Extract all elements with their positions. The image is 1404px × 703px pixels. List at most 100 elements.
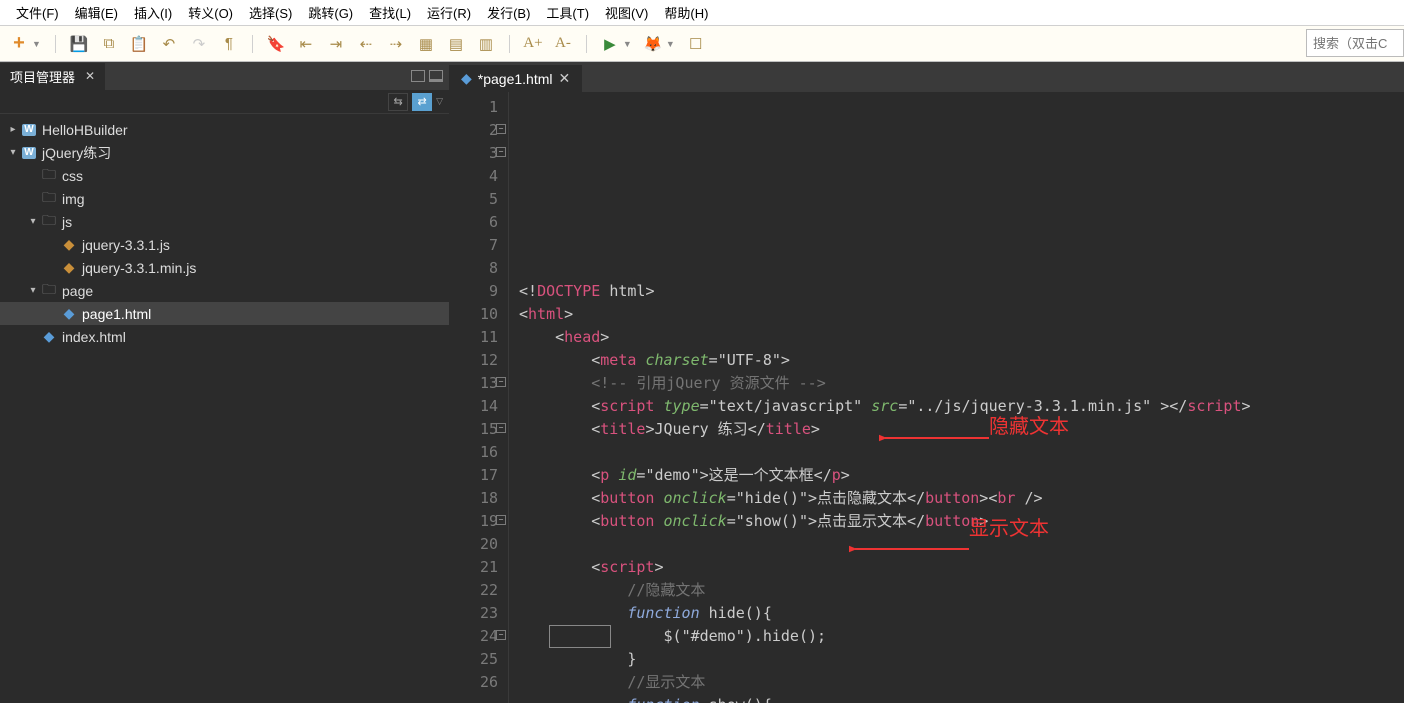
device-icon[interactable]: ☐ xyxy=(687,35,705,53)
code-line[interactable]: <!-- 引用jQuery 资源文件 --> xyxy=(519,372,1404,395)
new-icon[interactable]: + xyxy=(10,35,28,53)
menu-edit[interactable]: 编辑(E) xyxy=(67,1,126,24)
code-content[interactable]: 隐藏文本 显示文本 <!DOCTYPE html><html> <head> <… xyxy=(509,92,1404,703)
menu-escape[interactable]: 转义(O) xyxy=(180,1,241,24)
tree-item[interactable]: ▾🗀page xyxy=(0,279,449,302)
font-increase-icon[interactable]: A+ xyxy=(524,35,542,53)
menu-help[interactable]: 帮助(H) xyxy=(656,1,716,24)
minimize-icon[interactable] xyxy=(411,70,425,82)
menu-run[interactable]: 运行(R) xyxy=(419,1,479,24)
expand-arrow-icon[interactable]: ▾ xyxy=(26,285,40,296)
tree-item[interactable]: 🗀css xyxy=(0,164,449,187)
fold-icon[interactable]: − xyxy=(496,515,506,525)
expand-arrow-icon[interactable]: ▾ xyxy=(26,216,40,227)
format-icon[interactable]: ¶ xyxy=(220,35,238,53)
tree-item[interactable]: 🗀img xyxy=(0,187,449,210)
code-line[interactable] xyxy=(519,441,1404,464)
bookmark-icon[interactable]: 🔖 xyxy=(267,35,285,53)
search-box[interactable] xyxy=(1306,29,1404,57)
tree-item[interactable]: ◆jquery-3.3.1.js xyxy=(0,233,449,256)
run-dropdown-icon[interactable]: ▼ xyxy=(623,39,632,49)
menu-find[interactable]: 查找(L) xyxy=(361,1,419,24)
run-icon[interactable]: ▶ xyxy=(601,35,619,53)
undo-icon[interactable]: ↶ xyxy=(160,35,178,53)
file-html-icon: ◆ xyxy=(40,328,58,345)
firefox-icon[interactable]: 🦊 xyxy=(644,35,662,53)
menu-view[interactable]: 视图(V) xyxy=(597,1,656,24)
code-editor[interactable]: 12−3−45678910111213−1415−16171819−202122… xyxy=(449,92,1404,703)
collapse-all-icon[interactable]: ⇆ xyxy=(388,93,408,111)
line-number: 10 xyxy=(449,303,498,326)
browser-dropdown-icon[interactable]: ▼ xyxy=(666,39,675,49)
line-number: 9 xyxy=(449,280,498,303)
code-line[interactable]: //隐藏文本 xyxy=(519,579,1404,602)
tree-item-label: HelloHBuilder xyxy=(42,122,128,138)
line-number: 18 xyxy=(449,487,498,510)
menu-goto[interactable]: 跳转(G) xyxy=(300,1,361,24)
code-line[interactable]: <head> xyxy=(519,326,1404,349)
maximize-icon[interactable] xyxy=(429,70,443,82)
expand-arrow-icon[interactable]: ▸ xyxy=(6,124,20,135)
code-line[interactable]: <!DOCTYPE html> xyxy=(519,280,1404,303)
fold-icon[interactable]: − xyxy=(496,630,506,640)
project-tree[interactable]: ▸WHelloHBuilder▾WjQuery练习🗀css🗀img▾🗀js◆jq… xyxy=(0,114,449,352)
paste-icon[interactable]: 📋 xyxy=(130,35,148,53)
sidebar-menu-icon[interactable]: ▽ xyxy=(436,96,443,107)
editor-tab-label: *page1.html xyxy=(478,71,553,87)
fold-icon[interactable]: − xyxy=(496,377,506,387)
code-line[interactable]: function show(){ xyxy=(519,694,1404,703)
layout-icon[interactable]: ▤ xyxy=(447,35,465,53)
expand-arrow-icon[interactable]: ▾ xyxy=(6,147,20,158)
code-line[interactable]: $("#demo").hide(); xyxy=(519,625,1404,648)
fold-icon[interactable]: − xyxy=(496,147,506,157)
tree-item[interactable]: ▾🗀js xyxy=(0,210,449,233)
editor-tab-page1[interactable]: ◆ *page1.html ✕ xyxy=(449,65,582,92)
indent-icon[interactable]: ⇢ xyxy=(387,35,405,53)
close-icon[interactable]: ✕ xyxy=(559,70,571,87)
code-line[interactable]: <meta charset="UTF-8"> xyxy=(519,349,1404,372)
indent-left-icon[interactable]: ⇤ xyxy=(297,35,315,53)
font-decrease-icon[interactable]: A- xyxy=(554,35,572,53)
new-dropdown-icon[interactable]: ▼ xyxy=(32,39,41,49)
link-editor-icon[interactable]: ⇄ xyxy=(412,93,432,111)
code-line[interactable]: <title>JQuery 练习</title> xyxy=(519,418,1404,441)
tree-item-label: jquery-3.3.1.js xyxy=(82,237,170,253)
line-number: 25 xyxy=(449,648,498,671)
tree-item[interactable]: ◆jquery-3.3.1.min.js xyxy=(0,256,449,279)
menu-release[interactable]: 发行(B) xyxy=(479,1,538,24)
grid-icon[interactable]: ▥ xyxy=(477,35,495,53)
menu-insert[interactable]: 插入(I) xyxy=(126,1,180,24)
save-all-icon[interactable]: ⧉ xyxy=(100,35,118,53)
indent-right-icon[interactable]: ⇥ xyxy=(327,35,345,53)
save-icon[interactable]: 💾 xyxy=(70,35,88,53)
code-line[interactable]: <button onclick="hide()">点击隐藏文本</button>… xyxy=(519,487,1404,510)
tree-item[interactable]: ◆index.html xyxy=(0,325,449,348)
table-icon[interactable]: ▦ xyxy=(417,35,435,53)
code-line[interactable]: <button onclick="show()">点击显示文本</button> xyxy=(519,510,1404,533)
fold-icon[interactable]: − xyxy=(496,423,506,433)
folder-icon: 🗀 xyxy=(40,164,58,188)
line-number: 17 xyxy=(449,464,498,487)
outdent-icon[interactable]: ⇠ xyxy=(357,35,375,53)
tree-item[interactable]: ▾WjQuery练习 xyxy=(0,141,449,164)
menu-tools[interactable]: 工具(T) xyxy=(538,1,597,24)
tree-item[interactable]: ◆page1.html xyxy=(0,302,449,325)
redo-icon[interactable]: ↷ xyxy=(190,35,208,53)
search-input[interactable] xyxy=(1313,36,1397,51)
code-line[interactable]: <p id="demo">这是一个文本框</p> xyxy=(519,464,1404,487)
fold-icon[interactable]: − xyxy=(496,124,506,134)
code-line[interactable]: } xyxy=(519,648,1404,671)
menu-file[interactable]: 文件(F) xyxy=(8,1,67,24)
code-line[interactable] xyxy=(519,533,1404,556)
code-line[interactable]: <html> xyxy=(519,303,1404,326)
tree-item-label: js xyxy=(62,214,72,230)
code-line[interactable]: function hide(){ xyxy=(519,602,1404,625)
code-line[interactable]: //显示文本 xyxy=(519,671,1404,694)
code-line[interactable]: <script> xyxy=(519,556,1404,579)
sidebar-tab[interactable]: 项目管理器 ✕ xyxy=(0,63,105,90)
close-icon[interactable]: ✕ xyxy=(85,69,95,83)
tree-item-label: jquery-3.3.1.min.js xyxy=(82,260,196,276)
code-line[interactable]: <script type="text/javascript" src="../j… xyxy=(519,395,1404,418)
menu-select[interactable]: 选择(S) xyxy=(241,1,300,24)
tree-item[interactable]: ▸WHelloHBuilder xyxy=(0,118,449,141)
